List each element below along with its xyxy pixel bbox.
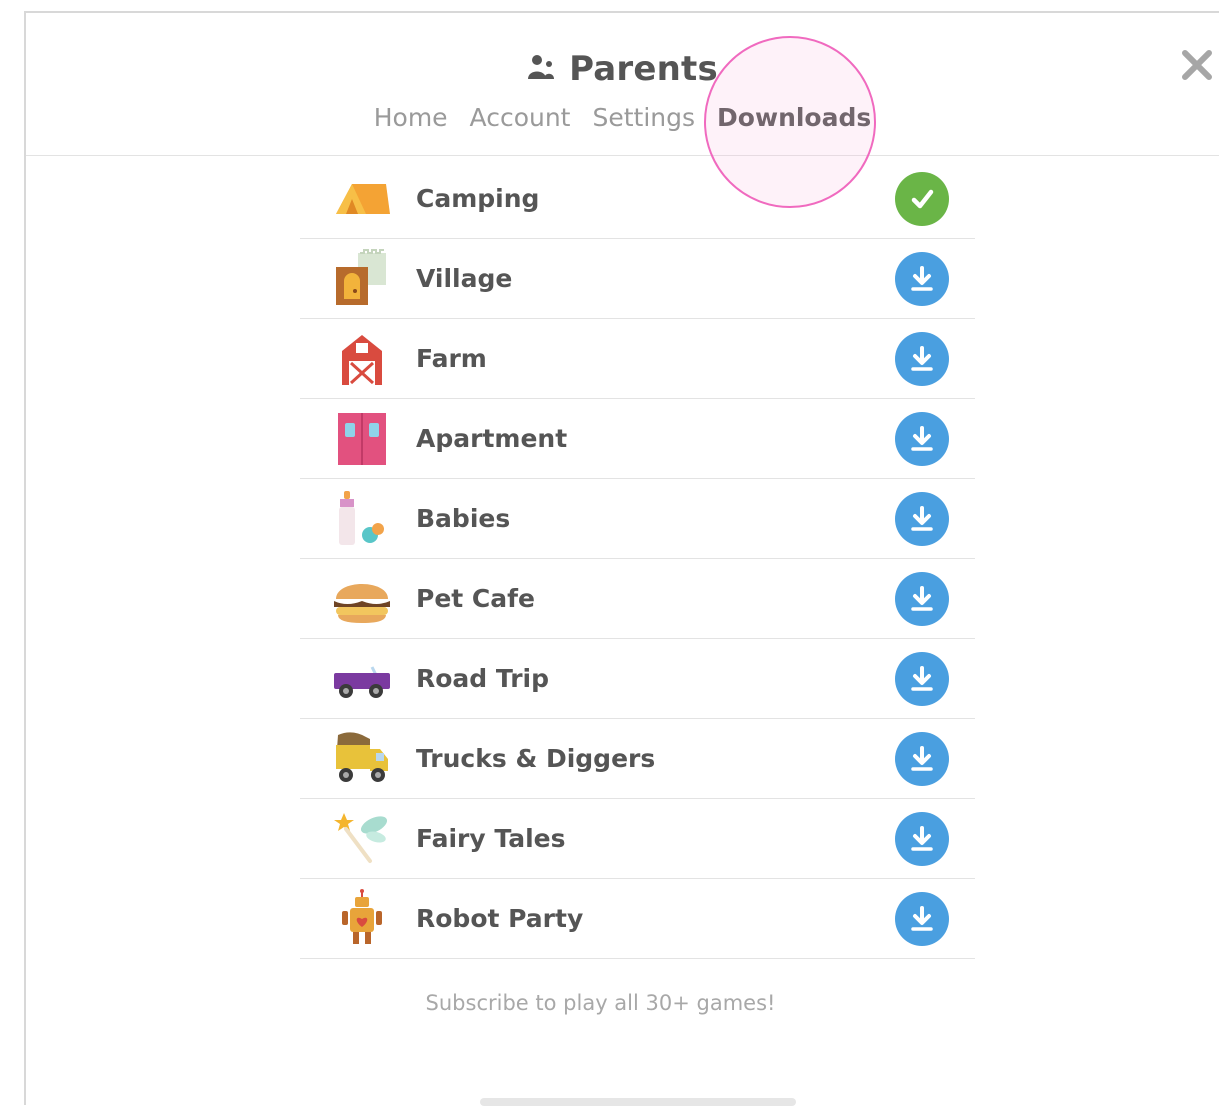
list-item: Road Trip bbox=[300, 639, 975, 719]
download-button[interactable] bbox=[895, 652, 949, 706]
page-title: Parents bbox=[569, 49, 718, 89]
close-button[interactable] bbox=[1179, 47, 1215, 83]
game-name: Village bbox=[416, 264, 513, 293]
list-item: Village bbox=[300, 239, 975, 319]
tab-downloads[interactable]: Downloads bbox=[717, 103, 871, 132]
list-item: Robot Party bbox=[300, 879, 975, 959]
robot-icon bbox=[332, 889, 392, 949]
list-item: Trucks & Diggers bbox=[300, 719, 975, 799]
download-button[interactable] bbox=[895, 252, 949, 306]
tent-icon bbox=[332, 169, 392, 229]
download-button[interactable] bbox=[895, 812, 949, 866]
list-item: Farm bbox=[300, 319, 975, 399]
village-icon bbox=[332, 249, 392, 309]
download-icon bbox=[911, 426, 933, 451]
title-row: Parents bbox=[26, 49, 1219, 89]
tab-home[interactable]: Home bbox=[374, 103, 448, 132]
magic-wand-icon bbox=[332, 809, 392, 869]
list-item: Babies bbox=[300, 479, 975, 559]
downloads-list: Camping Village Farm Apartment Babies Pe… bbox=[300, 159, 975, 959]
download-icon bbox=[911, 826, 933, 851]
game-name: Apartment bbox=[416, 424, 568, 453]
parents-icon bbox=[527, 53, 555, 85]
download-icon bbox=[911, 906, 933, 931]
close-icon bbox=[1182, 50, 1212, 80]
car-icon bbox=[332, 649, 392, 709]
subscribe-text: Subscribe to play all 30+ games! bbox=[425, 991, 776, 1015]
download-button[interactable] bbox=[895, 892, 949, 946]
dump-truck-icon bbox=[332, 729, 392, 789]
download-button[interactable] bbox=[895, 412, 949, 466]
download-button[interactable] bbox=[895, 332, 949, 386]
game-name: Camping bbox=[416, 184, 540, 213]
tab-bar: Home Account Settings Downloads bbox=[26, 103, 1219, 132]
list-item: Pet Cafe bbox=[300, 559, 975, 639]
barn-icon bbox=[332, 329, 392, 389]
download-icon bbox=[911, 666, 933, 691]
download-icon bbox=[911, 746, 933, 771]
game-name: Farm bbox=[416, 344, 487, 373]
game-name: Fairy Tales bbox=[416, 824, 566, 853]
download-icon bbox=[911, 266, 933, 291]
check-icon bbox=[911, 189, 934, 209]
download-icon bbox=[911, 506, 933, 531]
download-button[interactable] bbox=[895, 732, 949, 786]
subscribe-message[interactable]: Subscribe to play all 30+ games! bbox=[26, 991, 1219, 1015]
list-item: Fairy Tales bbox=[300, 799, 975, 879]
apartment-door-icon bbox=[332, 409, 392, 469]
burger-icon bbox=[332, 569, 392, 629]
game-name: Trucks & Diggers bbox=[416, 744, 656, 773]
tab-account[interactable]: Account bbox=[470, 103, 571, 132]
list-item: Apartment bbox=[300, 399, 975, 479]
baby-bottle-icon bbox=[332, 489, 392, 549]
game-name: Road Trip bbox=[416, 664, 549, 693]
game-name: Babies bbox=[416, 504, 511, 533]
list-item: Camping bbox=[300, 159, 975, 239]
parents-panel: Parents Home Account Settings Downloads bbox=[24, 11, 1219, 1106]
download-icon bbox=[911, 346, 933, 371]
download-button[interactable] bbox=[895, 492, 949, 546]
panel-header: Parents Home Account Settings Downloads bbox=[26, 13, 1219, 208]
tab-settings[interactable]: Settings bbox=[593, 103, 696, 132]
download-icon bbox=[911, 586, 933, 611]
game-name: Pet Cafe bbox=[416, 584, 535, 613]
game-name: Robot Party bbox=[416, 904, 584, 933]
download-button[interactable] bbox=[895, 572, 949, 626]
downloaded-check-button[interactable] bbox=[895, 172, 949, 226]
